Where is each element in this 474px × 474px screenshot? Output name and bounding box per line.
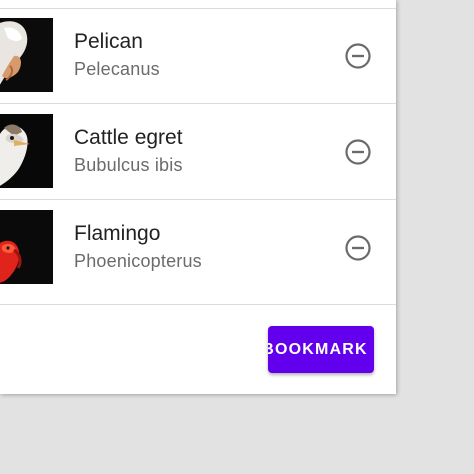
remove-icon[interactable] bbox=[343, 137, 373, 167]
item-title: Cattle egret bbox=[74, 126, 183, 149]
remove-icon[interactable] bbox=[343, 41, 373, 71]
bookmark-button[interactable]: BOOKMARK bbox=[268, 326, 374, 373]
remove-icon[interactable] bbox=[343, 233, 373, 263]
bird-list-card: Pelican Pelecanus Cattle egret Bubulcus … bbox=[0, 0, 396, 394]
item-subtitle: Bubulcus ibis bbox=[74, 155, 183, 175]
list-item-cattle-egret[interactable]: Cattle egret Bubulcus ibis bbox=[0, 104, 396, 199]
cattle-egret-thumbnail bbox=[0, 114, 53, 188]
flamingo-thumbnail bbox=[0, 210, 53, 284]
divider bbox=[0, 304, 396, 305]
item-title: Flamingo bbox=[74, 222, 161, 245]
list-item-flamingo[interactable]: Flamingo Phoenicopterus bbox=[0, 200, 396, 295]
item-subtitle: Pelecanus bbox=[74, 59, 160, 79]
item-subtitle: Phoenicopterus bbox=[74, 251, 202, 271]
bookmark-button-label: BOOKMARK bbox=[268, 341, 368, 358]
list-item-pelican[interactable]: Pelican Pelecanus bbox=[0, 8, 396, 103]
pelican-thumbnail bbox=[0, 18, 53, 92]
item-title: Pelican bbox=[74, 30, 143, 53]
